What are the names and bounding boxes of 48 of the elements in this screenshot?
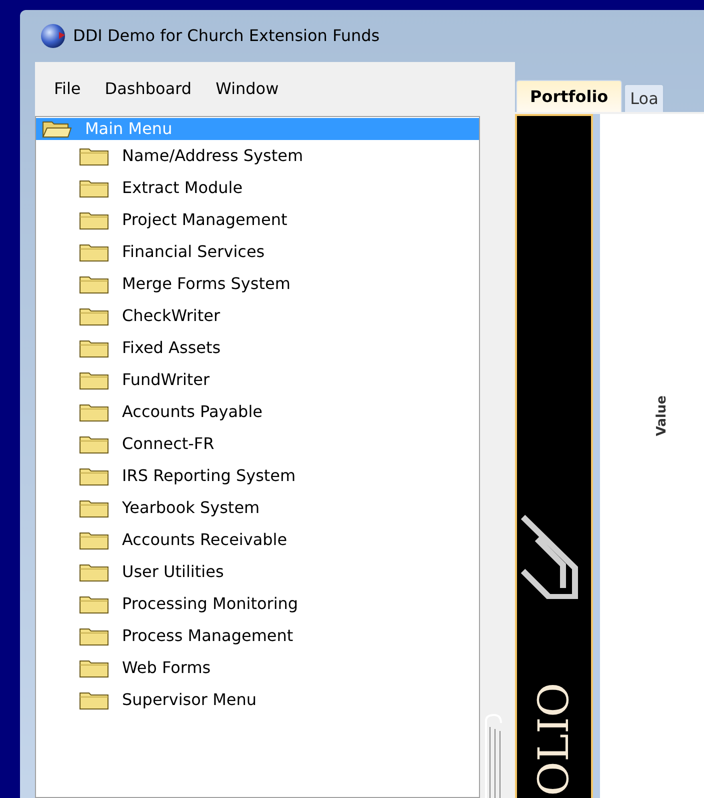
- folder-icon: [79, 658, 109, 678]
- tree-item[interactable]: Connect-FR: [36, 428, 479, 460]
- folder-icon: [79, 626, 109, 646]
- folder-icon: [79, 242, 109, 262]
- globe-icon: [39, 22, 67, 50]
- folder-icon: [79, 338, 109, 358]
- folder-icon: [79, 530, 109, 550]
- tree-item[interactable]: Process Management: [36, 620, 479, 652]
- axis-label: Value: [654, 395, 671, 436]
- folder-icon: [79, 466, 109, 486]
- folder-icon: [79, 690, 109, 710]
- tree-item[interactable]: Financial Services: [36, 236, 479, 268]
- folder-icon: [79, 594, 109, 614]
- tree-item[interactable]: IRS Reporting System: [36, 460, 479, 492]
- folder-icon: [79, 146, 109, 166]
- tree-item[interactable]: Project Management: [36, 204, 479, 236]
- tree-item[interactable]: Yearbook System: [36, 492, 479, 524]
- folder-icon: [79, 562, 109, 582]
- folder-icon: [79, 178, 109, 198]
- folder-icon: [79, 210, 109, 230]
- folder-icon: [79, 498, 109, 518]
- tree-item[interactable]: Extract Module: [36, 172, 479, 204]
- folder-icon: [79, 434, 109, 454]
- menu-item[interactable]: Window: [216, 77, 279, 101]
- tree-item[interactable]: CheckWriter: [36, 300, 479, 332]
- menu-item[interactable]: Dashboard: [104, 77, 192, 101]
- paperclip-icon: [519, 513, 579, 599]
- tree-item[interactable]: Fixed Assets: [36, 332, 479, 364]
- tree-item[interactable]: Name/Address System: [36, 140, 479, 172]
- menu-item[interactable]: File: [54, 77, 81, 101]
- banner-text: OLIO: [533, 682, 575, 796]
- tab[interactable]: Loa: [624, 84, 664, 112]
- tab[interactable]: Portfolio: [516, 80, 622, 112]
- folder-icon: [79, 370, 109, 390]
- folder-icon: [79, 274, 109, 294]
- tree-item[interactable]: Processing Monitoring: [36, 588, 479, 620]
- tree-item[interactable]: Accounts Payable: [36, 396, 479, 428]
- tree-item[interactable]: Merge Forms System: [36, 268, 479, 300]
- window-title: DDI Demo for Church Extension Funds: [73, 25, 380, 47]
- splitter-grip[interactable]: [484, 713, 504, 798]
- tree-item[interactable]: FundWriter: [36, 364, 479, 396]
- folder-icon: [79, 402, 109, 422]
- tree-item[interactable]: Web Forms: [36, 652, 479, 684]
- open-folder-icon[interactable]: [42, 119, 72, 139]
- tree-item[interactable]: Supervisor Menu: [36, 684, 479, 716]
- folder-icon: [79, 306, 109, 326]
- tree-item[interactable]: User Utilities: [36, 556, 479, 588]
- tree-item[interactable]: Accounts Receivable: [36, 524, 479, 556]
